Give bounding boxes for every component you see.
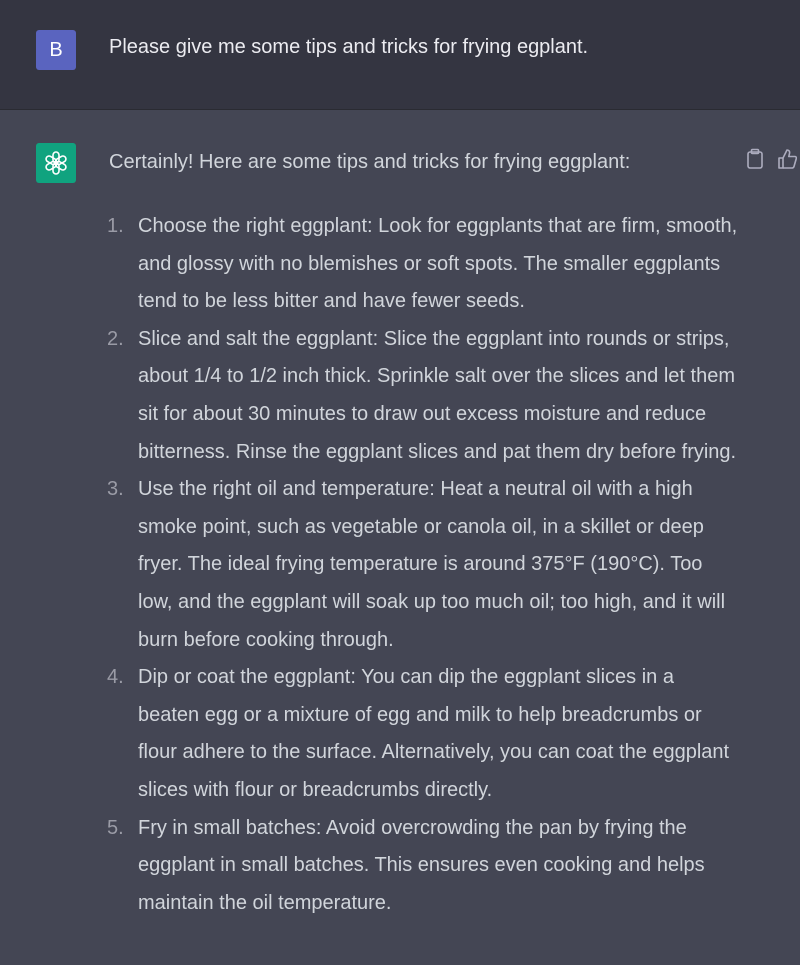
list-item-number: 3. xyxy=(107,478,124,501)
list-item-number: 1. xyxy=(107,215,124,237)
list-item: 1. Choose the right eggplant: Look for e… xyxy=(107,208,739,321)
list-item: 2. Slice and salt the eggplant: Slice th… xyxy=(107,321,739,471)
clipboard-icon[interactable] xyxy=(745,148,765,170)
message-actions xyxy=(745,148,798,170)
user-message-text: Please give me some tips and tricks for … xyxy=(109,36,589,58)
assistant-message-row: Certainly! Here are some tips and tricks… xyxy=(0,110,800,965)
list-item-number: 5. xyxy=(107,816,124,839)
openai-logo-icon xyxy=(45,151,67,175)
list-item: 3. Use the right oil and temperature: He… xyxy=(107,471,739,659)
list-item-text: Use the right oil and temperature: Heat … xyxy=(138,478,726,651)
assistant-avatar xyxy=(36,143,76,183)
list-item-number: 4. xyxy=(107,666,124,689)
list-item: 5. Fry in small batches: Avoid overcrowd… xyxy=(107,810,739,923)
list-item-text: Fry in small batches: Avoid overcrowding… xyxy=(138,816,705,914)
user-message-row: B Please give me some tips and tricks fo… xyxy=(0,0,800,110)
thumbs-up-icon[interactable] xyxy=(777,148,798,170)
list-item-number: 2. xyxy=(107,327,124,350)
list-item-text: Dip or coat the eggplant: You can dip th… xyxy=(138,666,730,801)
assistant-intro-text: Certainly! Here are some tips and tricks… xyxy=(109,151,631,173)
user-avatar: B xyxy=(36,30,76,70)
tips-list: 1. Choose the right eggplant: Look for e… xyxy=(107,208,739,923)
list-item-text: Choose the right eggplant: Look for eggp… xyxy=(138,215,738,313)
list-item: 4. Dip or coat the eggplant: You can dip… xyxy=(107,659,739,809)
list-item-text: Slice and salt the eggplant: Slice the e… xyxy=(138,327,737,463)
